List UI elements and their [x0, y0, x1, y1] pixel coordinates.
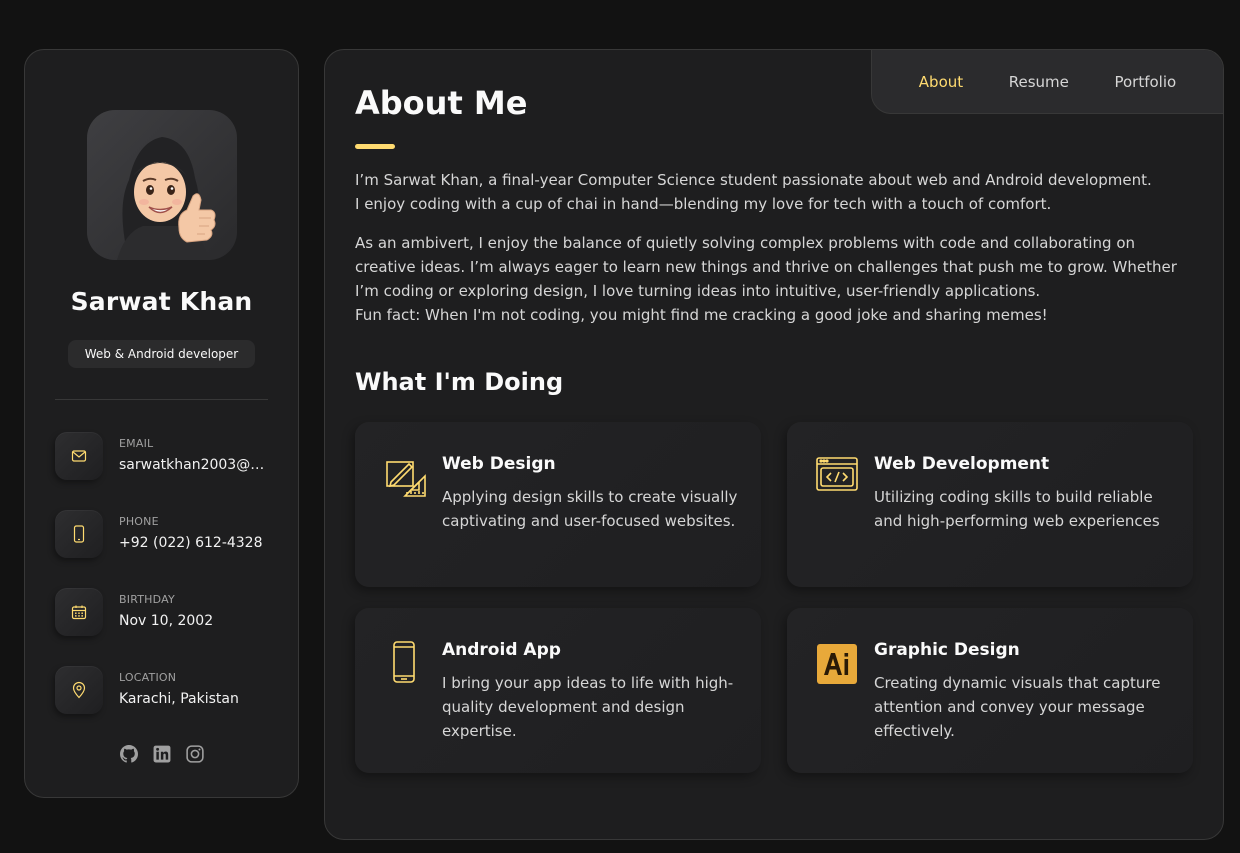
github-icon[interactable]	[119, 745, 138, 763]
about-paragraph-1-line-1: I’m Sarwat Khan, a final-year Computer S…	[355, 171, 1152, 189]
service-card-web-development: Web Development Utilizing coding skills …	[787, 422, 1193, 587]
contact-location-label: LOCATION	[119, 671, 177, 684]
service-card-web-design: Web Design Applying design skills to cre…	[355, 422, 761, 587]
contact-birthday-value: Nov 10, 2002	[119, 613, 214, 629]
service-description: Utilizing coding skills to build reliabl…	[874, 488, 1160, 530]
avatar	[87, 110, 237, 260]
avatar-memoji-icon	[117, 137, 216, 260]
contact-email-label: EMAIL	[119, 437, 154, 450]
title-underline	[355, 144, 395, 149]
contact-email-link[interactable]: sarwatkhan2003@gmail.com	[119, 457, 269, 473]
service-description: I bring your app ideas to life with high…	[442, 674, 734, 740]
service-title: Android App	[442, 640, 561, 660]
about-title: About Me	[355, 84, 528, 122]
about-paragraph-3-text: Fun fact: When I'm not coding, you might…	[355, 306, 1048, 324]
contact-phone-label: PHONE	[119, 515, 159, 528]
illustrator-icon	[815, 640, 859, 684]
contact-phone: PHONE +92 (022) 612-4328	[55, 510, 270, 558]
location-pin-icon	[55, 666, 103, 714]
sidebar: Sarwat Khan Web & Android developer EMAI…	[24, 49, 299, 798]
service-description: Creating dynamic visuals that capture at…	[874, 674, 1161, 740]
sidebar-separator	[55, 399, 268, 400]
mail-icon	[55, 432, 103, 480]
contact-location: LOCATION Karachi, Pakistan	[55, 666, 270, 714]
instagram-icon[interactable]	[185, 745, 204, 763]
navbar: About Resume Portfolio	[871, 50, 1223, 114]
service-description: Applying design skills to create visuall…	[442, 488, 738, 530]
calendar-icon	[55, 588, 103, 636]
phone-icon	[55, 510, 103, 558]
service-title: Graphic Design	[874, 640, 1020, 660]
nav-link-resume[interactable]: Resume	[1009, 73, 1069, 91]
nav-link-about[interactable]: About	[919, 73, 963, 91]
about-paragraph-2: As an ambivert, I enjoy the balance of q…	[355, 231, 1195, 327]
about-paragraph-1-line-2: I enjoy coding with a cup of chai in han…	[355, 195, 1052, 213]
services-title: What I'm Doing	[355, 368, 564, 396]
service-card-graphic-design: Graphic Design Creating dynamic visuals …	[787, 608, 1193, 773]
nav-link-portfolio[interactable]: Portfolio	[1114, 73, 1176, 91]
about-paragraph-2-text: As an ambivert, I enjoy the balance of q…	[355, 234, 1177, 300]
contact-email: EMAIL sarwatkhan2003@gmail.com	[55, 432, 270, 480]
social-links	[25, 745, 298, 763]
service-title: Web Design	[442, 454, 556, 474]
about-paragraph-1: I’m Sarwat Khan, a final-year Computer S…	[355, 168, 1195, 216]
service-title: Web Development	[874, 454, 1050, 474]
contact-birthday: BIRTHDAY Nov 10, 2002	[55, 588, 270, 636]
profile-title-badge: Web & Android developer	[68, 340, 255, 368]
service-card-android-app: Android App I bring your app ideas to li…	[355, 608, 761, 773]
profile-name: Sarwat Khan	[70, 287, 253, 316]
contact-phone-link[interactable]: +92 (022) 612-4328	[119, 535, 269, 551]
design-tools-icon	[383, 454, 427, 498]
contact-birthday-label: BIRTHDAY	[119, 593, 175, 606]
linkedin-icon[interactable]	[153, 745, 171, 763]
contact-location-value: Karachi, Pakistan	[119, 691, 239, 707]
main-content: About Resume Portfolio About Me I’m Sarw…	[324, 49, 1224, 840]
code-window-icon	[815, 454, 859, 498]
smartphone-icon	[383, 640, 427, 684]
